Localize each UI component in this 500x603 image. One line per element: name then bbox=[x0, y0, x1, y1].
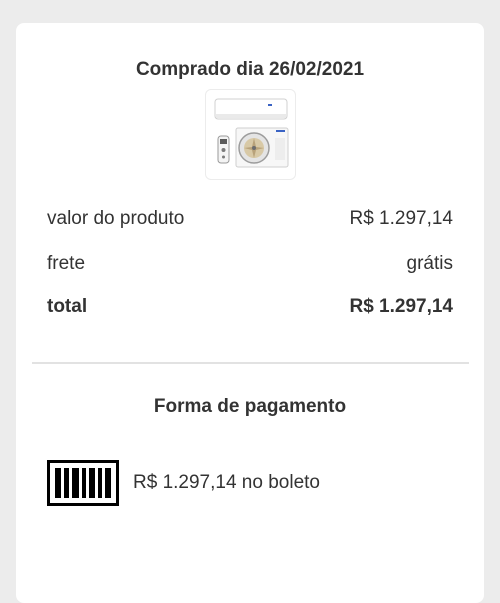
payment-method-title: Forma de pagamento bbox=[153, 396, 347, 417]
shipping-value: grátis bbox=[406, 253, 453, 274]
payment-method-row: R$ 1.297,14 no boleto bbox=[47, 460, 320, 506]
barcode-icon bbox=[47, 460, 119, 506]
payment-method-text: R$ 1.297,14 no boleto bbox=[133, 472, 320, 493]
product-value-amount: R$ 1.297,14 bbox=[349, 208, 453, 229]
shipping-label: frete bbox=[47, 253, 86, 274]
order-summary-card: Comprado dia 26/02/2021 valor do produto… bbox=[16, 23, 484, 603]
product-value-row: valor do produto R$ 1.297,14 bbox=[47, 208, 453, 230]
total-amount: R$ 1.297,14 bbox=[349, 296, 453, 317]
section-divider bbox=[32, 362, 469, 364]
purchase-date-title: Comprado dia 26/02/2021 bbox=[135, 59, 365, 80]
total-label: total bbox=[47, 296, 88, 317]
air-conditioner-icon bbox=[214, 98, 289, 168]
total-row: total R$ 1.297,14 bbox=[47, 296, 453, 318]
product-image[interactable] bbox=[205, 89, 296, 180]
product-value-label: valor do produto bbox=[47, 208, 185, 229]
shipping-row: frete grátis bbox=[47, 253, 453, 275]
